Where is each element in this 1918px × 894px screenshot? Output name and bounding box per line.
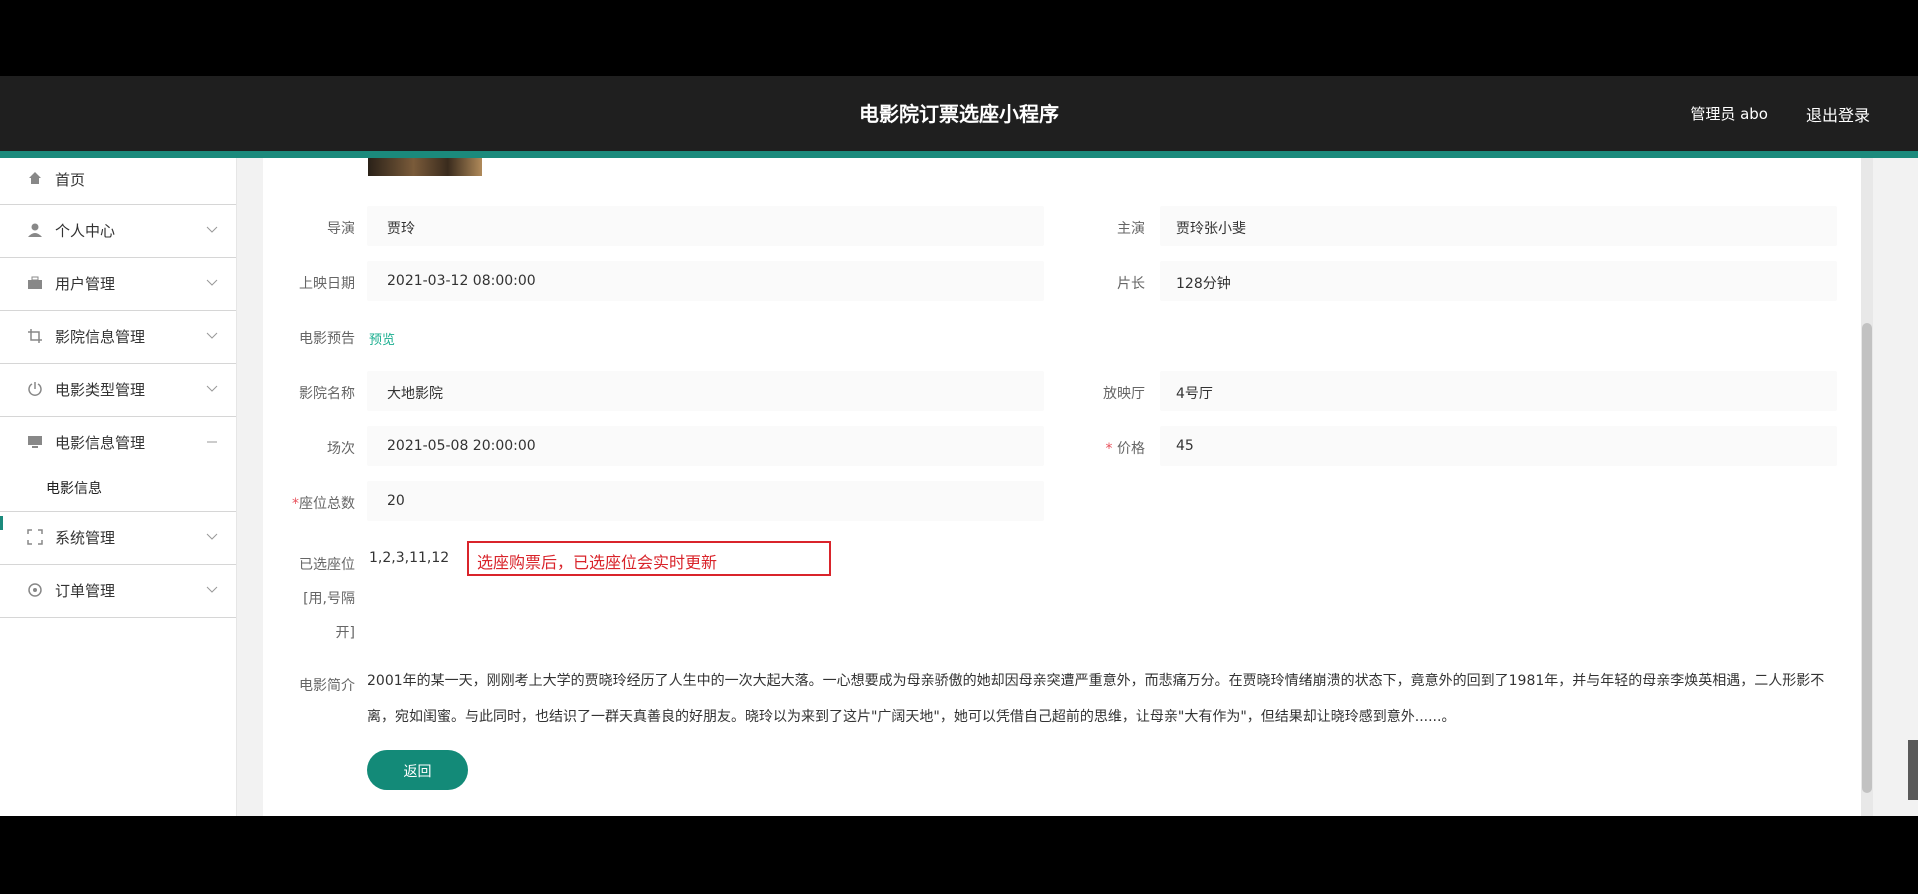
scrollbar-thumb[interactable]: [1862, 323, 1872, 793]
sidebar-item-label: 首页: [55, 171, 86, 189]
selected-seats-label-line2: [用,号隔: [303, 591, 355, 607]
scroll-indicator: [1908, 740, 1918, 800]
selected-seats-label-line1: 已选座位: [299, 557, 355, 573]
sidebar-subitem-label: 电影信息: [46, 481, 102, 497]
top-header: 电影院订票选座小程序 管理员 abo 退出登录: [0, 76, 1918, 151]
hall-label: 放映厅: [1103, 386, 1145, 402]
chevron-down-icon: [206, 530, 218, 540]
intro-label: 电影简介: [299, 678, 355, 694]
session-field[interactable]: 2021-05-08 20:00:00: [367, 426, 1044, 466]
director-label: 导演: [327, 221, 355, 237]
duration-field[interactable]: 128分钟: [1160, 261, 1837, 301]
sidebar-item-label: 电影类型管理: [55, 381, 146, 399]
selected-seats-value: 1,2,3,11,12: [369, 550, 450, 566]
sidebar-item-users[interactable]: 用户管理: [0, 258, 236, 311]
release-label: 上映日期: [299, 276, 355, 292]
sidebar-item-label: 系统管理: [55, 529, 116, 547]
director-value: 贾玲: [387, 221, 415, 237]
trailer-preview-link[interactable]: 预览: [369, 329, 395, 348]
sidebar: 首页 个人中心 用户管理 影院信息管理 电影类型管理 电影信息管理 电影信息 系…: [0, 158, 237, 816]
seats-field[interactable]: 20: [367, 481, 1044, 521]
cinema-label: 影院名称: [299, 386, 355, 402]
seats-label-text: 座位总数: [299, 496, 355, 512]
sidebar-subitem-movie-info[interactable]: 电影信息: [0, 469, 236, 512]
sidebar-item-label: 个人中心: [55, 222, 116, 240]
duration-value: 128分钟: [1176, 276, 1231, 292]
expand-icon: [26, 529, 44, 547]
duration-label: 片长: [1117, 276, 1145, 292]
scrollbar[interactable]: [1861, 158, 1873, 816]
chevron-up-icon: [206, 435, 217, 445]
price-value: 45: [1176, 438, 1194, 454]
trailer-label: 电影预告: [299, 331, 355, 347]
header-accent-bar: [0, 151, 1918, 158]
cinema-value: 大地影院: [387, 386, 443, 402]
annotation-text: 选座购票后，已选座位会实时更新: [477, 553, 718, 572]
release-field[interactable]: 2021-03-12 08:00:00: [367, 261, 1044, 301]
app-title: 电影院订票选座小程序: [859, 102, 1059, 126]
intro-text: 2001年的某一天，刚刚考上大学的贾晓玲经历了人生中的一次大起大落。一心想要成为…: [367, 673, 1825, 725]
hall-value: 4号厅: [1176, 386, 1213, 402]
sidebar-item-orders[interactable]: 订单管理: [0, 565, 236, 618]
home-icon: [26, 170, 44, 188]
chevron-down-icon: [206, 583, 218, 593]
sidebar-item-label: 电影信息管理: [55, 434, 146, 452]
actors-label: 主演: [1117, 221, 1145, 237]
sidebar-item-cinema-info[interactable]: 影院信息管理: [0, 311, 236, 364]
chevron-down-icon: [206, 223, 218, 233]
sidebar-item-label: 影院信息管理: [55, 328, 146, 346]
hall-field[interactable]: 4号厅: [1160, 371, 1837, 411]
app-window: 电影院订票选座小程序 管理员 abo 退出登录 首页 个人中心 用户管理 影院信…: [0, 76, 1918, 816]
director-field[interactable]: 贾玲: [367, 206, 1044, 246]
release-value: 2021-03-12 08:00:00: [387, 273, 536, 289]
movie-poster: [368, 158, 482, 176]
logout-link[interactable]: 退出登录: [1806, 102, 1870, 126]
price-label: * 价格: [1015, 438, 1145, 458]
seats-value: 20: [387, 493, 405, 509]
chevron-down-icon: [206, 382, 218, 392]
sidebar-item-personal[interactable]: 个人中心: [0, 205, 236, 258]
active-marker: [0, 516, 3, 530]
power-icon: [26, 381, 44, 399]
actors-field[interactable]: 贾玲张小斐: [1160, 206, 1837, 246]
briefcase-icon: [26, 275, 44, 293]
selected-seats-label-line3: 开]: [335, 625, 355, 641]
user-icon: [26, 222, 44, 240]
seats-label: *座位总数: [225, 493, 355, 513]
required-mark: *: [292, 496, 299, 512]
selected-seats-label: 已选座位 [用,号隔 开]: [225, 548, 355, 650]
sidebar-item-home[interactable]: 首页: [0, 158, 236, 205]
sidebar-item-label: 用户管理: [55, 275, 116, 293]
sidebar-item-movie-info[interactable]: 电影信息管理: [0, 417, 236, 469]
cinema-field[interactable]: 大地影院: [367, 371, 1044, 411]
sidebar-item-system[interactable]: 系统管理: [0, 512, 236, 565]
sidebar-item-movie-type[interactable]: 电影类型管理: [0, 364, 236, 417]
monitor-icon: [26, 434, 44, 452]
session-value: 2021-05-08 20:00:00: [387, 438, 536, 454]
session-label: 场次: [327, 441, 355, 457]
price-field[interactable]: 45: [1160, 426, 1837, 466]
settings-icon: [26, 582, 44, 600]
chevron-down-icon: [206, 329, 218, 339]
crop-icon: [26, 328, 44, 346]
sidebar-item-label: 订单管理: [55, 582, 116, 600]
actors-value: 贾玲张小斐: [1176, 221, 1246, 237]
price-label-text: 价格: [1117, 441, 1145, 457]
admin-label: 管理员 abo: [1690, 105, 1768, 123]
annotation-callout: 选座购票后，已选座位会实时更新: [467, 541, 831, 576]
required-mark: *: [1105, 441, 1113, 457]
chevron-down-icon: [206, 276, 218, 286]
back-button[interactable]: 返回: [367, 750, 468, 790]
